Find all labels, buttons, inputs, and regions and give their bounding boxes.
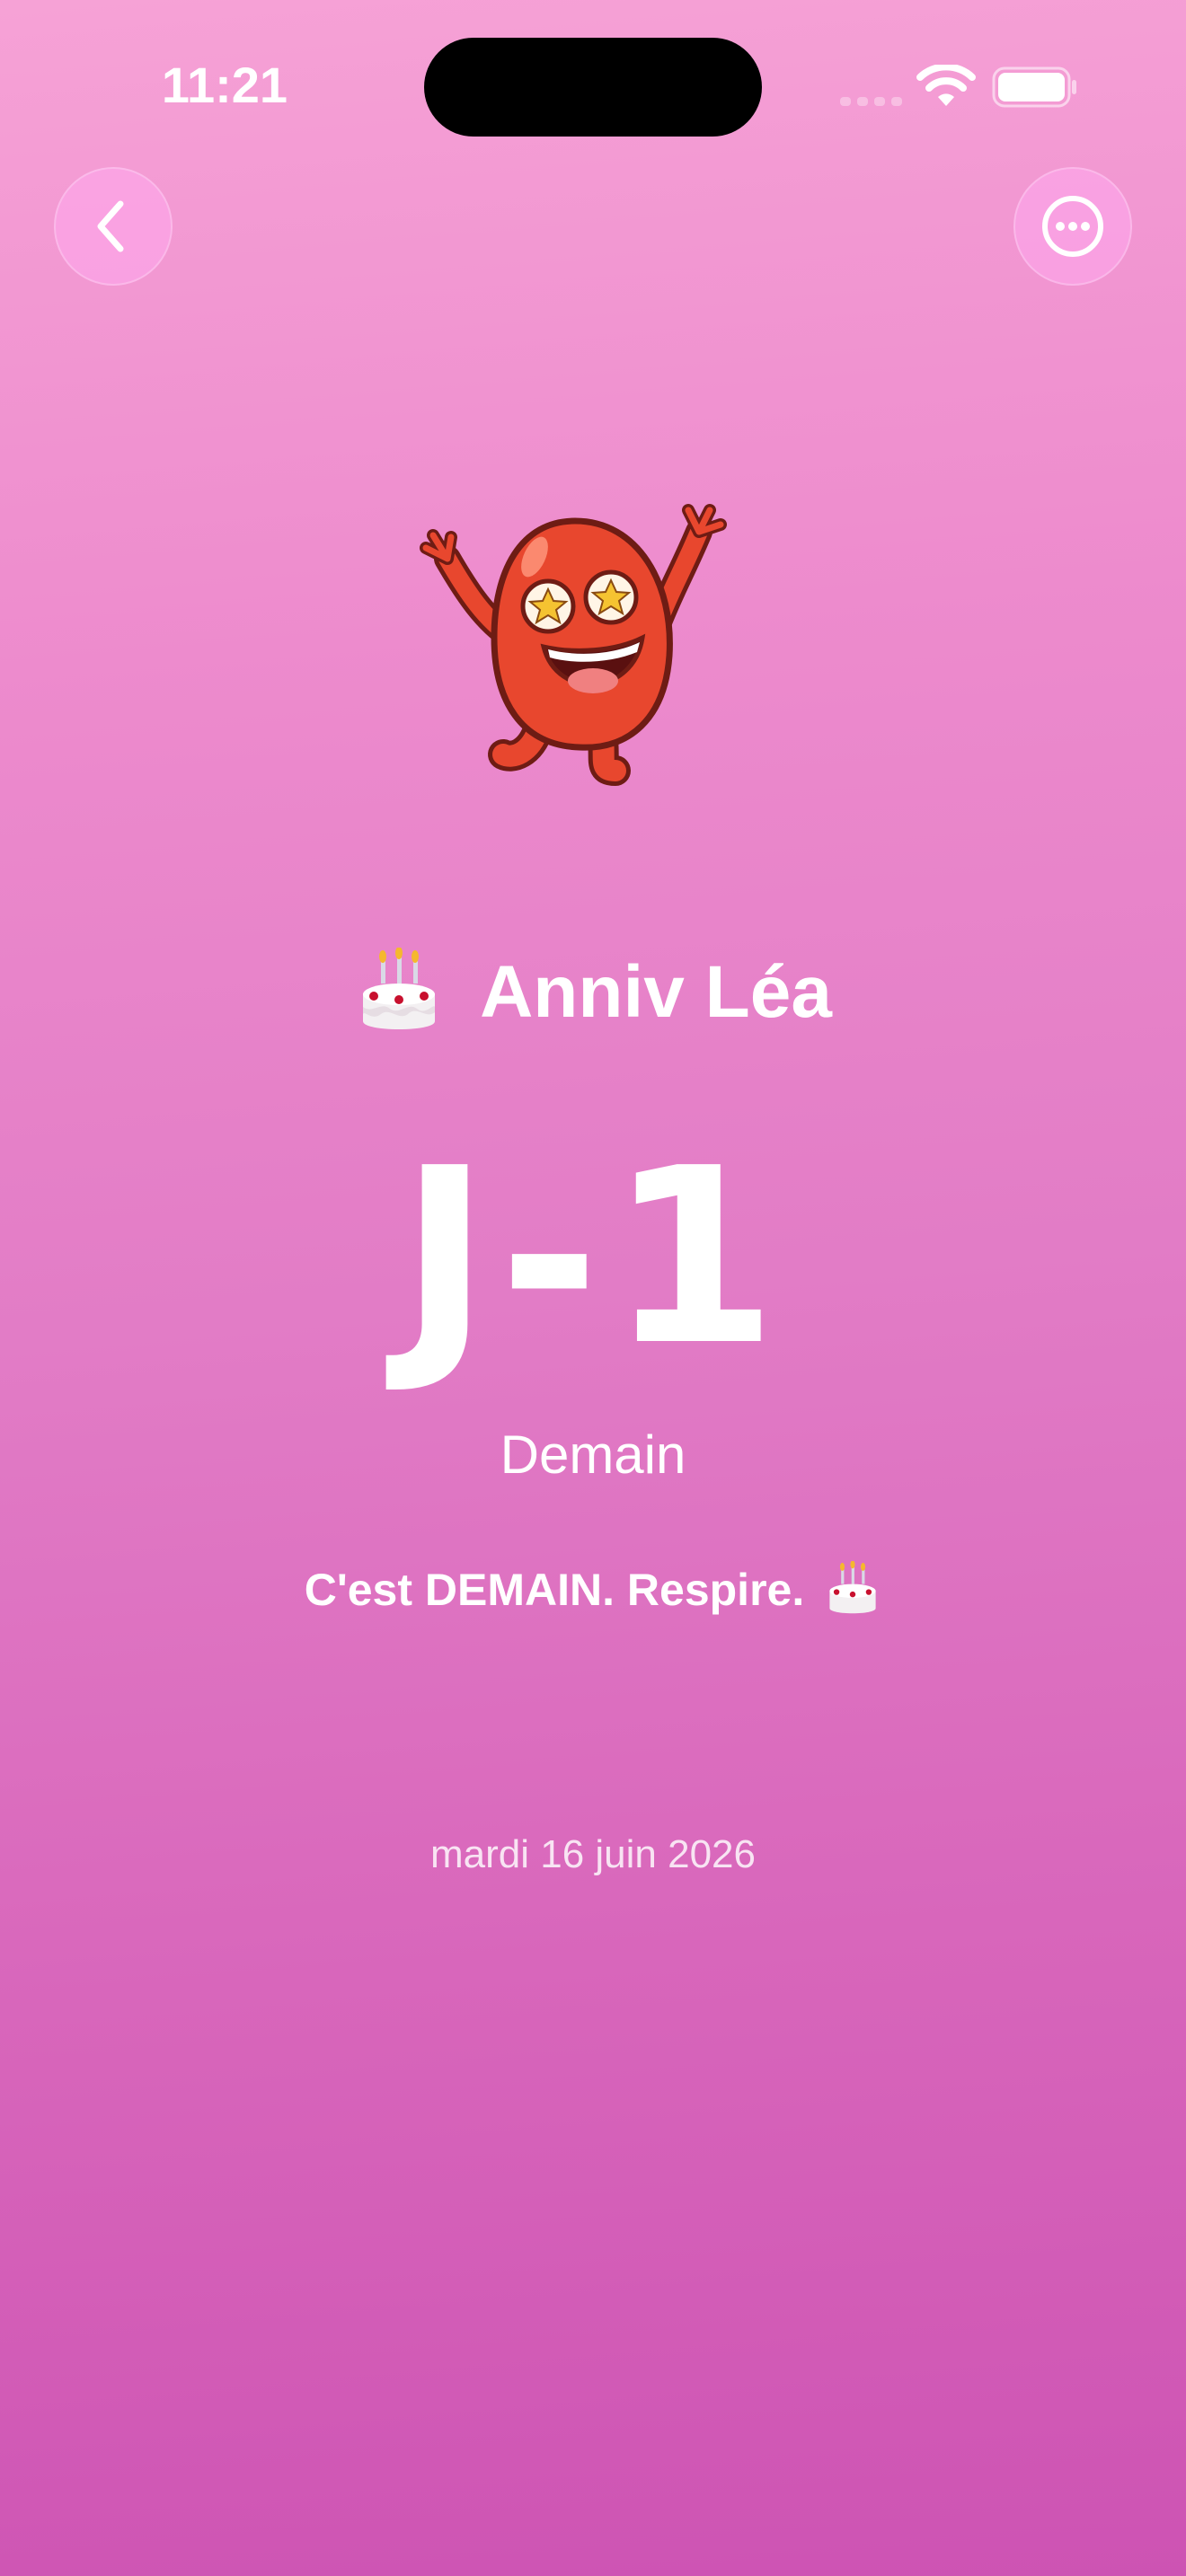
event-date: mardi 16 juin 2026 <box>429 1832 756 1876</box>
chevron-left-icon <box>97 200 124 252</box>
message-row: C'est DEMAIN. Respire. <box>0 1545 1186 1635</box>
relative-day-label: Demain <box>500 1425 686 1485</box>
status-time: 11:21 <box>161 57 288 113</box>
event-title-row: Anniv Léa <box>0 934 1186 1051</box>
back-button[interactable] <box>54 167 173 286</box>
dynamic-island <box>424 38 762 137</box>
battery-icon <box>992 66 1076 108</box>
countdown-value: J-1 <box>399 1116 787 1398</box>
ellipsis-circle-icon <box>1042 196 1103 257</box>
wifi-icon <box>916 65 976 106</box>
birthday-cake-icon <box>363 948 436 1029</box>
birthday-cake-icon <box>829 1561 876 1614</box>
more-options-button[interactable] <box>1013 167 1132 286</box>
event-message: C'est DEMAIN. Respire. <box>304 1565 805 1615</box>
cellular-signal-icon <box>840 97 902 106</box>
mascot-illustration <box>420 504 727 786</box>
event-title: Anniv Léa <box>480 951 832 1033</box>
